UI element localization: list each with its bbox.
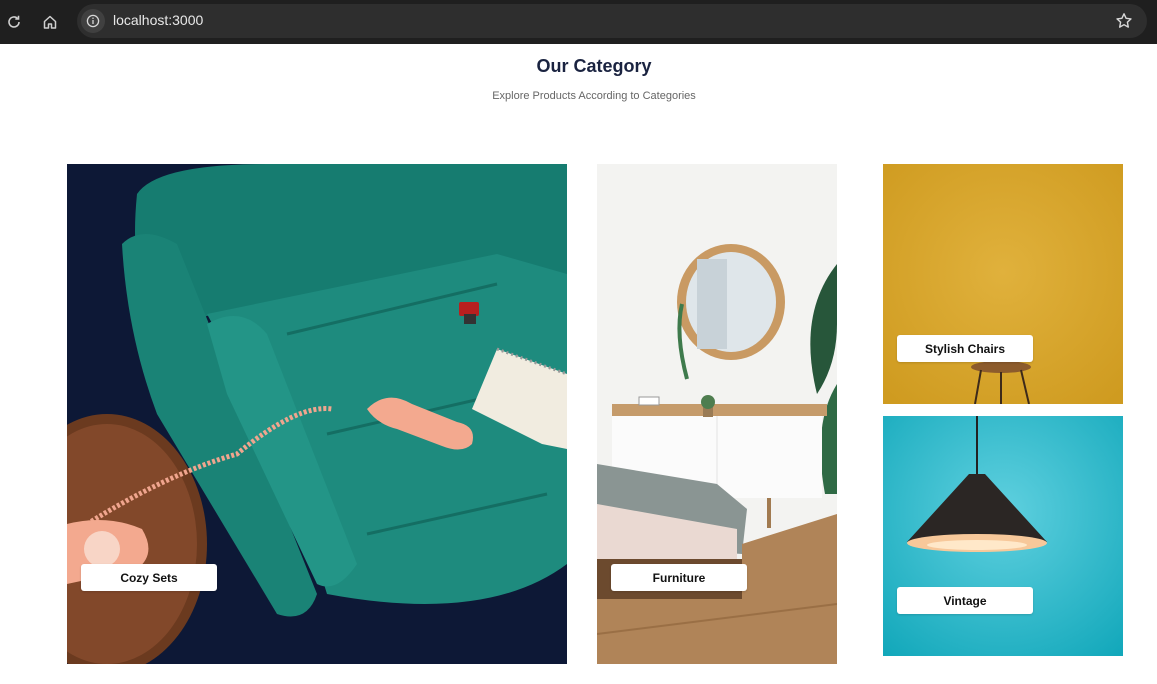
category-card-cozy-sets[interactable]: Cozy Sets — [67, 164, 567, 664]
category-card-furniture[interactable]: Furniture — [597, 164, 837, 664]
site-info-icon[interactable] — [81, 9, 105, 33]
vintage-image — [883, 416, 1123, 656]
address-bar[interactable]: localhost:3000 — [77, 4, 1147, 38]
home-icon[interactable] — [37, 9, 63, 35]
reload-icon[interactable] — [1, 9, 27, 35]
stylish-chairs-button[interactable]: Stylish Chairs — [897, 335, 1033, 362]
page-subtitle: Explore Products According to Categories — [492, 90, 696, 102]
bookmark-star-icon[interactable] — [1115, 12, 1133, 30]
cozy-sets-button[interactable]: Cozy Sets — [81, 564, 217, 591]
url-text[interactable]: localhost:3000 — [113, 12, 203, 28]
category-card-vintage[interactable]: Vintage — [883, 416, 1123, 656]
browser-toolbar: localhost:3000 — [0, 0, 1157, 44]
stylish-chairs-image — [883, 164, 1123, 404]
page-title: Our Category — [536, 56, 652, 76]
category-card-stylish-chairs[interactable]: Stylish Chairs — [883, 164, 1123, 404]
furniture-button[interactable]: Furniture — [611, 564, 747, 591]
vintage-button[interactable]: Vintage — [897, 587, 1033, 614]
